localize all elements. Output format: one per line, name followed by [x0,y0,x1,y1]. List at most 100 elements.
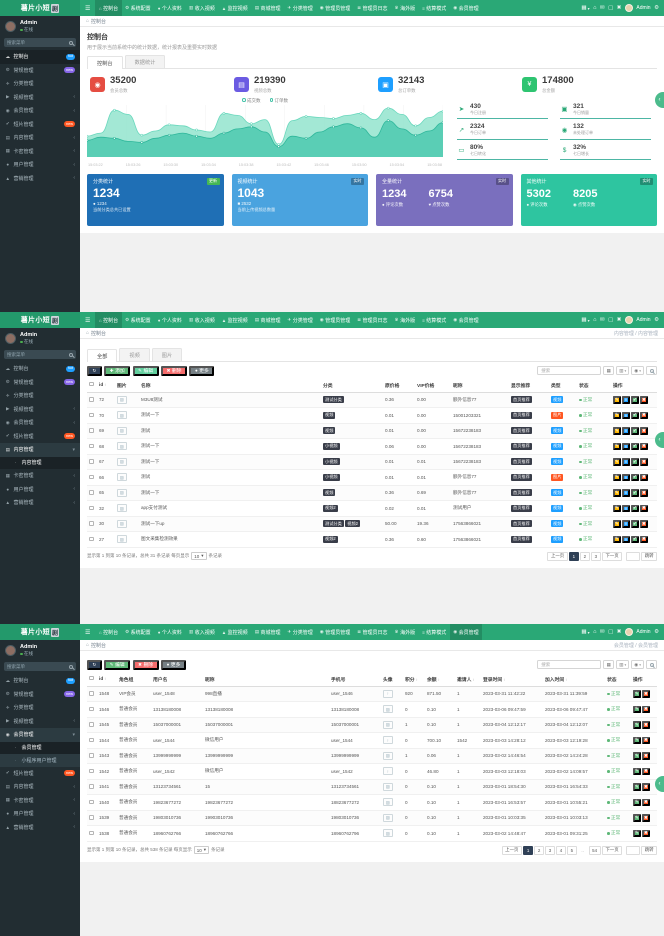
sidebar-search-input[interactable]: 搜索菜单 [4,662,76,671]
sidebar-item-1[interactable]: ⚙常规管理new [0,64,80,78]
row-delete-button[interactable]: ✖ [642,737,650,745]
page-button-1[interactable]: 1 [569,552,578,561]
row-delete-button[interactable]: ✖ [642,721,650,729]
search-button[interactable] [646,366,657,375]
nav-item-2[interactable]: ●个人资料 [154,0,185,16]
fullscreen-close-icon[interactable]: ✖ [617,629,622,635]
sidebar-item-1[interactable]: ⚙常规管理new [0,376,80,390]
row-checkbox[interactable] [89,707,94,712]
search-input[interactable]: 搜索 [537,366,601,375]
nav-item-0[interactable]: ⌂控制台 [95,0,121,16]
page-button-2[interactable]: 2 [580,552,589,561]
apps-menu-icon[interactable]: ▦ [581,5,586,11]
filter-dropdown-button[interactable]: ◉▾ [631,366,644,375]
page-button-2[interactable]: 2 [534,846,543,855]
sidebar-item-2[interactable]: ✈分类管理 [0,389,80,403]
column-header-9[interactable]: 邀请人↕ [455,673,481,687]
home-icon[interactable]: ⌂ [593,5,596,11]
fullscreen-close-icon[interactable]: ✖ [617,5,622,11]
sidebar-item-5[interactable]: ✔短片管理new [0,118,80,132]
nav-item-7[interactable]: ◉管理员管理 [316,624,353,640]
row-delete-button[interactable]: ✖ [642,814,650,822]
row-checkbox[interactable] [89,753,94,758]
nav-item-4[interactable]: ▲监控视频 [218,312,251,328]
row-checkbox[interactable] [89,490,94,495]
row-approve-button[interactable]: ✔ [631,458,639,466]
window-icon[interactable]: ▢ [608,5,613,11]
row-delete-button[interactable]: ✖ [642,768,650,776]
row-approve-button[interactable]: ✔ [631,396,639,404]
row-edit-button[interactable]: ✎ [633,814,641,822]
tab-1[interactable]: 视频 [119,348,149,361]
row-delete-button[interactable]: ✖ [642,783,650,791]
tab-2[interactable]: 图片 [152,348,182,361]
admin-avatar[interactable] [625,4,633,12]
page-jump-button[interactable]: 跳转 [641,552,657,561]
column-header-8[interactable]: 余额↕ [425,673,455,687]
row-edit-button[interactable]: ✎ [633,706,641,714]
legend-item[interactable]: 订单数 [270,98,289,104]
admin-avatar[interactable] [625,316,633,324]
sidebar-item-8[interactable]: ●用户管理‹ [0,158,80,172]
select-all-checkbox[interactable] [89,676,94,681]
admin-name[interactable]: Admin [636,5,650,11]
home-icon[interactable]: ⌂ [593,317,596,323]
page-button-4[interactable]: 4 [556,846,565,855]
sidebar-item-4[interactable]: ◉会员管理‹ [0,104,80,118]
row-checkbox[interactable] [89,506,94,511]
column-header-10[interactable]: 登录时间↕ [481,673,543,687]
row-checkbox[interactable] [89,397,94,402]
more-button[interactable]: ●更多 [189,366,214,376]
admin-name[interactable]: Admin [636,317,650,323]
sidebar-item-8[interactable]: ●用户管理‹ [0,483,80,497]
row-edit-button[interactable]: ✎ [613,412,621,420]
menu-toggle-icon[interactable]: ☰ [80,629,95,636]
refresh-button[interactable]: ↻ [87,660,102,670]
row-detail-button[interactable]: ≡ [622,396,630,404]
page-button-0[interactable]: 上一页 [502,846,522,855]
admin-name[interactable]: Admin [636,629,650,635]
table-view-button[interactable]: ▦ [603,366,614,375]
row-delete-button[interactable]: ✖ [642,830,650,838]
row-delete-button[interactable]: ✖ [640,505,648,513]
sidebar-item-6[interactable]: ▤内容管理▾ [0,443,80,457]
row-edit-button[interactable]: ✎ [613,505,621,513]
nav-item-5[interactable]: ▤商城管理 [251,312,284,328]
row-delete-button[interactable]: ✖ [642,706,650,714]
sidebar-item-3[interactable]: ▶视频管理‹ [0,91,80,105]
page-button-3[interactable]: 3 [591,552,600,561]
nav-item-5[interactable]: ▤商城管理 [251,0,284,16]
row-checkbox[interactable] [89,459,94,464]
sidebar-item-0[interactable]: ☁控制台hot [0,50,80,64]
nav-item-0[interactable]: ⌂控制台 [95,624,121,640]
column-header-1[interactable]: id↕ [97,379,115,393]
row-checkbox[interactable] [89,831,94,836]
quick-panel-toggle[interactable]: ‹ [655,776,664,792]
nav-item-7[interactable]: ◉管理员管理 [316,0,353,16]
column-header-7[interactable]: 积分↕ [403,673,425,687]
row-delete-button[interactable]: ✖ [640,443,648,451]
row-edit-button[interactable]: ✎ [633,737,641,745]
quick-panel-toggle[interactable]: ‹ [655,432,664,448]
sidebar-search-input[interactable]: 搜索菜单 [4,38,76,47]
refresh-button[interactable]: ↻ [87,366,102,376]
sidebar-item-9[interactable]: ▲营销管理‹ [0,496,80,510]
row-checkbox[interactable] [89,769,94,774]
summary-card-badge[interactable]: 实时 [640,178,653,185]
sidebar-item-9[interactable]: ▲营销管理‹ [0,821,80,835]
home-icon[interactable]: ⌂ [593,629,596,635]
row-approve-button[interactable]: ✔ [631,412,639,420]
sidebar-item-9[interactable]: ▲营销管理‹ [0,172,80,186]
settings-icon[interactable]: ⚙ [654,5,659,11]
row-delete-button[interactable]: ✖ [640,427,648,435]
sidebar-item-2[interactable]: ✈分类管理 [0,701,80,715]
tab-1[interactable]: 数据统计 [125,55,166,68]
row-approve-button[interactable]: ✔ [631,427,639,435]
row-detail-button[interactable]: ≡ [622,474,630,482]
nav-item-1[interactable]: ⚙系统配置 [122,312,155,328]
row-delete-button[interactable]: ✖ [640,536,648,544]
sidebar-item-0[interactable]: ☁控制台hot [0,674,80,688]
row-delete-button[interactable]: ✖ [640,412,648,420]
sidebar-item-5[interactable]: ✔短片管理new [0,430,80,444]
nav-item-3[interactable]: ▥收入视频 [185,312,218,328]
